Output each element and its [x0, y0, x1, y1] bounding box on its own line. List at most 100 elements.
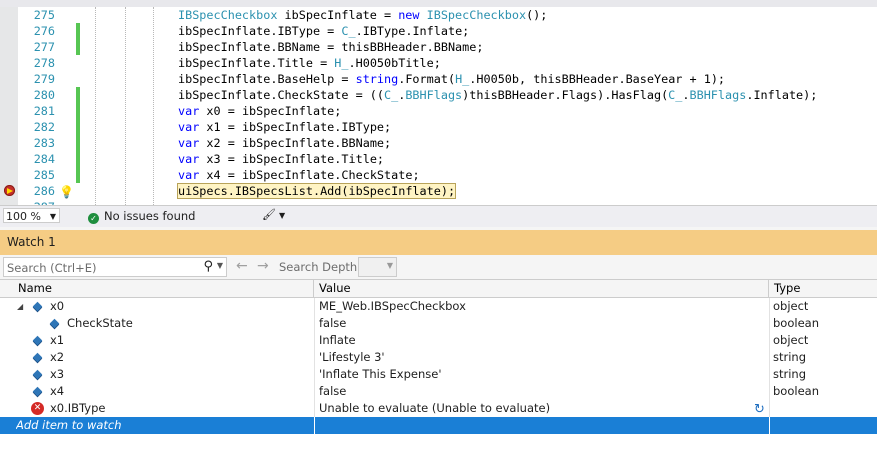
code-text[interactable]: var x1 = ibSpecInflate.IBType;	[178, 119, 391, 135]
code-editor[interactable]: 275 IBSpecCheckbox ibSpecInflate = new IB…	[0, 0, 877, 205]
code-text[interactable]: ibSpecInflate.BBName = thisBBHeader.BBNa…	[178, 39, 483, 55]
search-icon[interactable]: ⚲	[203, 259, 213, 274]
code-keyword: var	[178, 152, 200, 166]
code-line[interactable]: 278 ibSpecInflate.Title = H_.H0050bTitle;	[0, 55, 877, 71]
code-token: =	[320, 24, 342, 38]
code-token: Format	[405, 72, 448, 86]
watch-value[interactable]: false	[319, 383, 346, 400]
code-line[interactable]: 💡 286 uiSpecs.IBSpecsList.Add(ibSpecInflat…	[0, 183, 877, 199]
column-divider	[314, 417, 315, 434]
watch-name[interactable]: x2	[50, 349, 64, 366]
add-item-to-watch[interactable]: Add item to watch	[16, 417, 122, 434]
watch-name[interactable]: x0	[50, 298, 64, 315]
watch-value[interactable]: Inflate	[319, 332, 356, 349]
refresh-icon[interactable]: ↻	[754, 401, 765, 418]
chevron-down-icon[interactable]: ▼	[217, 261, 223, 270]
add-item-row[interactable]: Add item to watch	[0, 417, 877, 434]
code-line[interactable]: 279 ibSpecInflate.BaseHelp = string.Forma…	[0, 71, 877, 87]
code-text[interactable]: ibSpecInflate.IBType = C_.IBType.Inflate…	[178, 23, 469, 39]
code-text[interactable]: ibSpecInflate.Title = H_.H0050bTitle;	[178, 55, 441, 71]
watch-value[interactable]: 'Lifestyle 3'	[319, 349, 385, 366]
code-text[interactable]: var x3 = ibSpecInflate.Title;	[178, 151, 384, 167]
watch-row[interactable]: x1 Inflate object	[0, 332, 877, 349]
code-token: x1	[206, 120, 221, 134]
column-header-type[interactable]: Type	[769, 280, 877, 297]
code-text[interactable]: uiSpecs.IBSpecsList.Add(ibSpecInflate);	[176, 183, 457, 199]
breakpoint-current-statement-icon[interactable]	[4, 185, 15, 196]
code-statement: var x4 = ibSpecInflate.CheckState;	[178, 168, 420, 182]
watch-name[interactable]: x1	[50, 332, 64, 349]
change-marker	[76, 103, 80, 119]
change-marker	[76, 23, 80, 39]
line-number: 280	[33, 88, 55, 102]
code-line[interactable]: 283 var x2 = ibSpecInflate.BBName;	[0, 135, 877, 151]
search-depth-label: Search Depth:	[279, 260, 362, 274]
issues-indicator[interactable]: ✓ No issues found	[88, 209, 195, 224]
forward-arrow-icon[interactable]: →	[257, 258, 269, 274]
code-type: BBHFlags	[405, 88, 463, 102]
search-input[interactable]	[4, 258, 199, 277]
code-token: ibSpecInflate	[178, 88, 271, 102]
code-text[interactable]: IBSpecCheckbox ibSpecInflate = new IBSpe…	[178, 7, 547, 23]
lightbulb-icon[interactable]: 💡	[59, 184, 74, 200]
watch-value[interactable]: false	[319, 315, 346, 332]
column-header-name[interactable]: Name	[0, 280, 314, 297]
code-type: IBSpecCheckbox	[178, 8, 278, 22]
expand-collapse-icon[interactable]: ◢	[17, 298, 23, 315]
watch-grid[interactable]: Name Value Type ◢ x0 ME_Web.IBSpecCheckbox…	[0, 279, 877, 468]
code-token: Title	[277, 56, 313, 70]
editor-top-strip	[0, 0, 877, 7]
column-header-value[interactable]: Value	[314, 280, 769, 297]
code-text[interactable]: var x4 = ibSpecInflate.CheckState;	[178, 167, 420, 183]
column-divider	[769, 315, 770, 332]
watch-name[interactable]: x0.IBType	[50, 400, 105, 417]
code-token: (	[341, 184, 349, 198]
back-arrow-icon[interactable]: ←	[236, 258, 248, 274]
code-token: Inflate	[412, 24, 463, 38]
watch-window-title[interactable]: Watch 1	[0, 230, 877, 255]
code-token: uiSpecs	[178, 184, 228, 198]
column-divider	[769, 332, 770, 349]
code-line[interactable]: 282 var x1 = ibSpecInflate.IBType;	[0, 119, 877, 135]
code-text[interactable]: var x2 = ibSpecInflate.BBName;	[178, 135, 391, 151]
watch-name[interactable]: CheckState	[67, 315, 133, 332]
search-depth-dropdown[interactable]: ▼	[358, 257, 397, 277]
code-line[interactable]: 276 ibSpecInflate.IBType = C_.IBType.Infl…	[0, 23, 877, 39]
grid-header: Name Value Type	[0, 280, 877, 298]
code-token: ibSpecInflate	[241, 136, 335, 150]
line-number: 283	[33, 136, 55, 150]
watch-type: boolean	[773, 384, 819, 398]
line-number: 281	[33, 104, 55, 118]
code-line[interactable]: 280 ibSpecInflate.CheckState = ((C_.BBHFl…	[0, 87, 877, 103]
watch-value[interactable]: 'Inflate This Expense'	[319, 366, 442, 383]
code-line[interactable]: 281 var x0 = ibSpecInflate;	[0, 103, 877, 119]
watch-row[interactable]: x4 false boolean	[0, 383, 877, 400]
code-line[interactable]: 285 var x4 = ibSpecInflate.CheckState;	[0, 167, 877, 183]
code-line[interactable]: 277 ibSpecInflate.BBName = thisBBHeader.B…	[0, 39, 877, 55]
watch-row[interactable]: CheckState false boolean	[0, 315, 877, 332]
code-text[interactable]: ibSpecInflate.BaseHelp = string.Format(H…	[178, 71, 725, 87]
watch-row[interactable]: ✕ x0.IBType Unable to evaluate (Unable to …	[0, 400, 877, 417]
watch-row[interactable]: ◢ x0 ME_Web.IBSpecCheckbox object	[0, 298, 877, 315]
code-token: ;	[384, 136, 392, 150]
watch-value[interactable]: ME_Web.IBSpecCheckbox	[319, 298, 466, 315]
code-line[interactable]: 284 var x3 = ibSpecInflate.Title;	[0, 151, 877, 167]
watch-name[interactable]: x3	[50, 366, 64, 383]
code-token: .	[355, 24, 363, 38]
watch-name[interactable]: x4	[50, 383, 64, 400]
code-token: =	[376, 8, 399, 22]
code-line[interactable]: 275 IBSpecCheckbox ibSpecInflate = new IB…	[0, 7, 877, 23]
zoom-dropdown[interactable]: 100 % ▼	[3, 208, 60, 223]
watch-row[interactable]: x3 'Inflate This Expense' string	[0, 366, 877, 383]
issues-text: No issues found	[104, 209, 196, 223]
code-text[interactable]: var x0 = ibSpecInflate;	[178, 103, 341, 119]
watch-row[interactable]: x2 'Lifestyle 3' string	[0, 349, 877, 366]
code-cleanup-button[interactable]: 🖌 ▼	[262, 208, 285, 221]
code-statement: var x3 = ibSpecInflate.Title;	[178, 152, 384, 166]
line-number: 284	[33, 152, 55, 166]
code-token: ;	[376, 152, 385, 166]
code-text[interactable]: ibSpecInflate.CheckState = ((C_.BBHFlags…	[178, 87, 817, 103]
search-box[interactable]: ⚲ ▼	[3, 257, 227, 277]
code-token: .	[554, 88, 562, 102]
watch-value[interactable]: Unable to evaluate (Unable to evaluate)	[319, 400, 550, 417]
